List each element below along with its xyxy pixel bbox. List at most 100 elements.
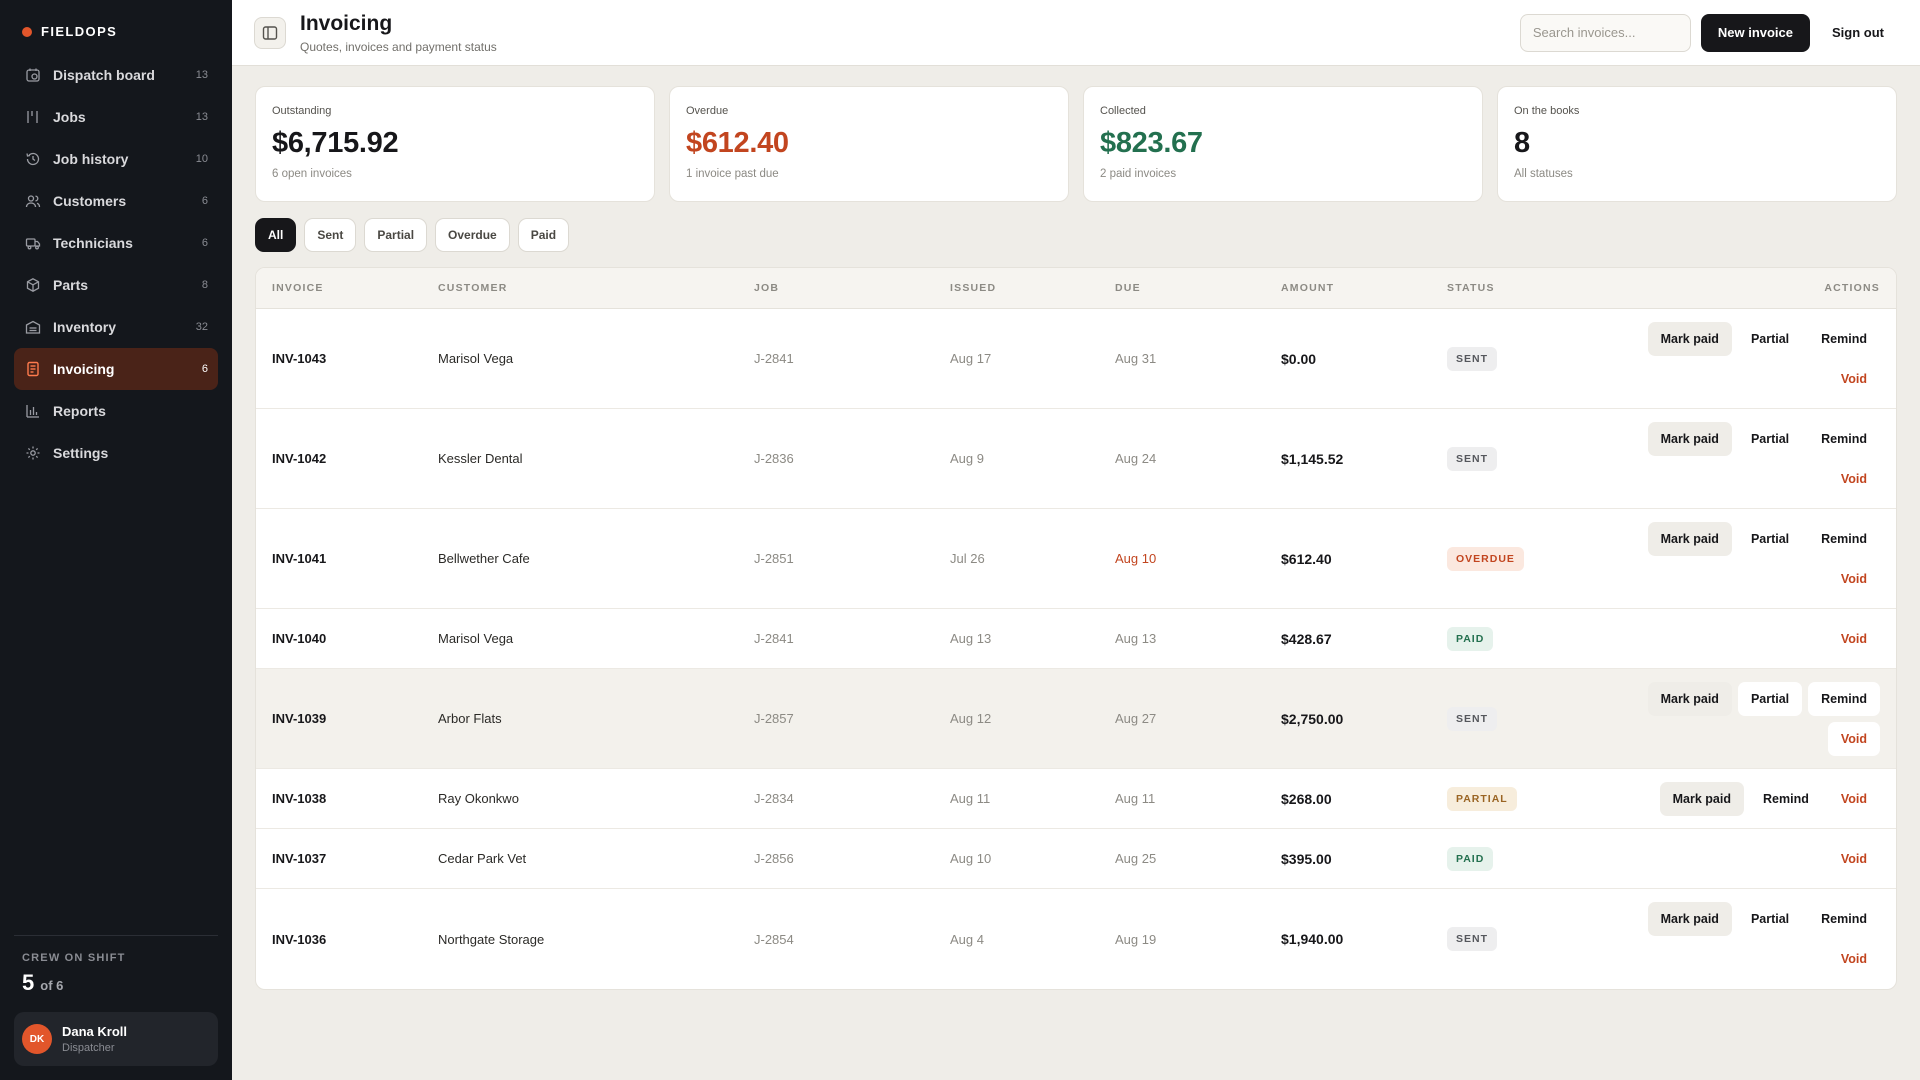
sidebar-item-parts[interactable]: Parts 8 xyxy=(14,264,218,306)
remind-button[interactable]: Remind xyxy=(1808,422,1880,456)
void-button[interactable]: Void xyxy=(1828,842,1880,876)
user-name: Dana Kroll xyxy=(62,1024,128,1039)
row-actions: Mark paid Partial Remind Void xyxy=(1567,416,1880,502)
void-button[interactable]: Void xyxy=(1828,462,1880,496)
sidebar-item-count: 13 xyxy=(195,111,208,123)
customer-name: Ray Okonkwo xyxy=(438,791,519,806)
due-date: Aug 13 xyxy=(1115,631,1157,646)
void-button[interactable]: Void xyxy=(1828,942,1880,976)
invoice-amount: $612.40 xyxy=(1281,550,1332,567)
filter-chip-partial[interactable]: Partial xyxy=(364,218,428,252)
table-row[interactable]: INV-1036 Northgate Storage J-2854 Aug 4 Aug … xyxy=(256,889,1896,989)
stat-sub: 2 paid invoices xyxy=(1100,168,1177,180)
remind-button[interactable]: Remind xyxy=(1808,681,1880,716)
sidebar-item-inventory[interactable]: Inventory 32 xyxy=(14,306,218,348)
invoice-amount: $1,940.00 xyxy=(1281,931,1344,947)
void-button[interactable]: Void xyxy=(1827,721,1880,756)
mark-paid-button[interactable]: Mark paid xyxy=(1647,521,1732,556)
invoice-number: INV-1041 xyxy=(272,551,327,566)
sidebar-item-settings[interactable]: Settings xyxy=(14,432,218,474)
filter-chip-sent[interactable]: Sent xyxy=(304,218,357,252)
brand-name: FIELDOPS xyxy=(41,24,118,39)
sidebar-item-jobs[interactable]: Jobs 13 xyxy=(14,96,218,138)
user-card[interactable]: DK Dana Kroll Dispatcher xyxy=(14,1012,218,1066)
remind-button[interactable]: Remind xyxy=(1808,902,1880,936)
void-button[interactable]: Void xyxy=(1828,622,1880,656)
invoice-number: INV-1039 xyxy=(272,711,327,726)
void-button[interactable]: Void xyxy=(1828,562,1880,596)
stats-row: Outstanding $6,715.92 6 open invoices Overd… xyxy=(255,86,1897,202)
crew-count-value: 5 xyxy=(22,970,35,995)
partial-button[interactable]: Partial xyxy=(1738,322,1802,356)
stat-card-overdue: Overdue $612.40 1 invoice past due xyxy=(669,86,1069,202)
job-number: J-2857 xyxy=(754,711,794,726)
sidebar-toggle-button[interactable] xyxy=(254,16,286,49)
sidebar-item-label: Parts xyxy=(53,277,89,293)
sidebar-item-technicians[interactable]: Technicians 6 xyxy=(14,222,218,264)
table-row[interactable]: INV-1039 Arbor Flats J-2857 Aug 12 Aug 27 $2,… xyxy=(256,669,1896,769)
user-role: Dispatcher xyxy=(62,1042,115,1054)
sidebar-item-label: Settings xyxy=(53,445,109,461)
sidebar-item-invoicing[interactable]: Invoicing 6 xyxy=(14,348,218,390)
mark-paid-button[interactable]: Mark paid xyxy=(1647,421,1732,456)
filter-chip-all[interactable]: All xyxy=(255,218,297,252)
table-header: INVOICE CUSTOMER JOB ISSUED DUE AMOUNT STATUS A… xyxy=(256,268,1896,309)
sign-out-button[interactable]: Sign out xyxy=(1820,14,1896,52)
table-row[interactable]: INV-1042 Kessler Dental J-2836 Aug 9 Aug 24 $… xyxy=(256,409,1896,509)
sidebar-nav: Dispatch board 13 Jobs 13 Job history 10 Custo… xyxy=(0,46,232,474)
column-header-actions: ACTIONS xyxy=(1824,282,1880,294)
warehouse-icon xyxy=(24,318,42,336)
main: Invoicing Quotes, invoices and payment s… xyxy=(232,0,1920,1080)
crew-count: 5 of 6 xyxy=(22,970,210,996)
table-row[interactable]: INV-1037 Cedar Park Vet J-2856 Aug 10 Aug 25… xyxy=(256,829,1896,889)
issued-date: Jul 26 xyxy=(950,551,985,566)
remind-button[interactable]: Remind xyxy=(1808,522,1880,556)
partial-button[interactable]: Partial xyxy=(1737,681,1803,716)
row-actions: Void xyxy=(1567,616,1880,662)
void-button[interactable]: Void xyxy=(1828,362,1880,396)
status-badge: SENT xyxy=(1447,446,1498,471)
partial-button[interactable]: Partial xyxy=(1738,902,1802,936)
truck-icon xyxy=(24,234,42,252)
mark-paid-button[interactable]: Mark paid xyxy=(1647,321,1732,356)
stat-value: $612.40 xyxy=(686,127,789,159)
filter-chip-paid[interactable]: Paid xyxy=(517,218,570,252)
stat-sub: 6 open invoices xyxy=(272,168,352,180)
issued-date: Aug 4 xyxy=(950,931,984,947)
column-header-amount: AMOUNT xyxy=(1281,282,1335,294)
mark-paid-button[interactable]: Mark paid xyxy=(1647,902,1732,936)
mark-paid-button[interactable]: Mark paid xyxy=(1647,681,1732,716)
invoice-amount: $395.00 xyxy=(1281,850,1332,867)
app-root: FIELDOPS Dispatch board 13 Jobs 13 Job histo… xyxy=(0,0,1920,1080)
remind-button[interactable]: Remind xyxy=(1808,322,1880,356)
mark-paid-button[interactable]: Mark paid xyxy=(1659,781,1744,816)
status-badge: PAID xyxy=(1447,846,1494,871)
invoice-number: INV-1043 xyxy=(272,351,327,366)
partial-button[interactable]: Partial xyxy=(1738,422,1802,456)
due-date: Aug 27 xyxy=(1115,711,1157,726)
stat-sub: All statuses xyxy=(1514,168,1573,180)
remind-button[interactable]: Remind xyxy=(1750,782,1822,816)
customer-name: Arbor Flats xyxy=(438,711,502,726)
table-row[interactable]: INV-1040 Marisol Vega J-2841 Aug 13 Aug 13 $4… xyxy=(256,609,1896,669)
panel-icon xyxy=(262,25,278,40)
sidebar-item-reports[interactable]: Reports xyxy=(14,390,218,432)
sidebar-item-dispatch-board[interactable]: Dispatch board 13 xyxy=(14,54,218,96)
table-row[interactable]: INV-1043 Marisol Vega J-2841 Aug 17 Aug 31 $0… xyxy=(256,309,1896,409)
search-input[interactable] xyxy=(1519,13,1691,52)
customers-icon xyxy=(24,192,42,210)
filter-chip-overdue[interactable]: Overdue xyxy=(435,218,510,252)
sidebar-item-label: Dispatch board xyxy=(53,67,155,83)
sidebar-item-customers[interactable]: Customers 6 xyxy=(14,180,218,222)
void-button[interactable]: Void xyxy=(1828,782,1880,816)
new-invoice-button[interactable]: New invoice xyxy=(1700,13,1810,52)
invoice-number: INV-1038 xyxy=(272,791,327,806)
invoice-amount: $428.67 xyxy=(1281,630,1332,647)
table-row[interactable]: INV-1041 Bellwether Cafe J-2851 Jul 26 Aug 1… xyxy=(256,509,1896,609)
partial-button[interactable]: Partial xyxy=(1738,522,1802,556)
sidebar-item-job-history[interactable]: Job history 10 xyxy=(14,138,218,180)
table-row[interactable]: INV-1038 Ray Okonkwo J-2834 Aug 11 Aug 11 $26… xyxy=(256,769,1896,829)
row-actions: Mark paid Remind Void xyxy=(1567,776,1880,822)
sidebar-item-label: Job history xyxy=(53,151,129,167)
job-number: J-2834 xyxy=(754,791,794,806)
